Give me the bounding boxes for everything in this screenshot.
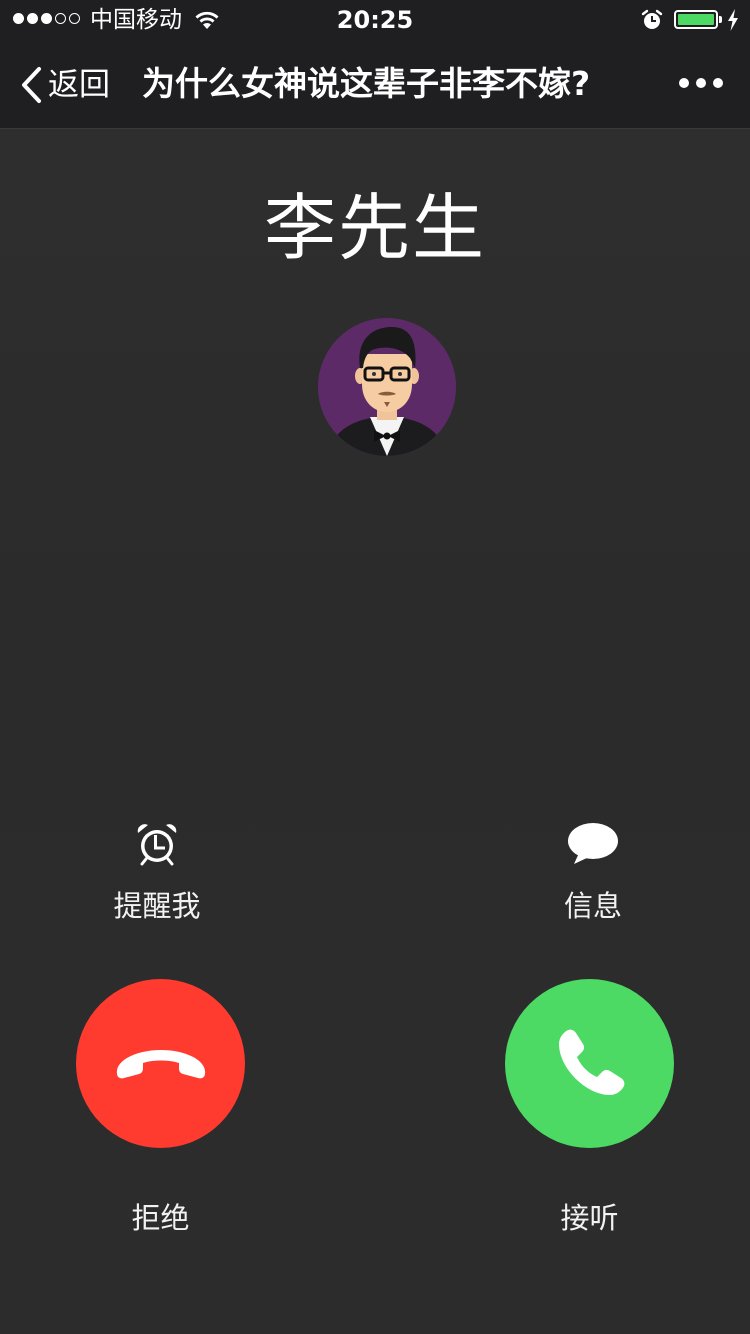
remind-me-button[interactable]: 提醒我: [77, 822, 237, 924]
navigation-bar: 返回 为什么女神说这辈子非李不嫁?: [0, 40, 750, 129]
battery-tip: [719, 16, 722, 23]
message-button[interactable]: 信息: [513, 822, 673, 924]
hang-up-phone-icon: [116, 1049, 205, 1078]
chat-bubble-icon: [568, 823, 618, 864]
more-button[interactable]: [679, 78, 723, 88]
accept-label: 接听: [560, 1201, 619, 1235]
page-title: 为什么女神说这辈子非李不嫁?: [142, 64, 591, 103]
decline-label: 拒绝: [131, 1201, 190, 1235]
avatar-illustration: [318, 318, 456, 456]
decline-button[interactable]: [76, 979, 245, 1148]
more-dots-icon: [713, 78, 723, 88]
incoming-call-screen: 中国移动 20:25 返回 为什么女神说这辈子非李不嫁? 李先生 提醒我 信息 …: [0, 0, 750, 1334]
status-bar: 中国移动 20:25: [0, 0, 750, 40]
remind-me-label: 提醒我: [113, 889, 201, 923]
battery-level: [678, 14, 714, 25]
alarm-status-icon: [641, 9, 663, 29]
clock-time: 20:25: [336, 6, 414, 34]
more-dots-icon: [696, 78, 706, 88]
accept-button[interactable]: [505, 979, 674, 1148]
battery-icon: [674, 10, 718, 29]
message-label: 信息: [563, 889, 622, 923]
charging-bolt-icon: [728, 9, 738, 31]
phone-icon: [558, 1029, 624, 1095]
caller-avatar: [318, 318, 456, 456]
back-button[interactable]: 返回: [20, 65, 110, 105]
more-dots-icon: [679, 78, 689, 88]
back-label: 返回: [48, 67, 110, 103]
chevron-left-icon: [22, 67, 41, 103]
caller-name: 李先生: [263, 186, 486, 270]
alarm-clock-icon: [137, 824, 177, 866]
